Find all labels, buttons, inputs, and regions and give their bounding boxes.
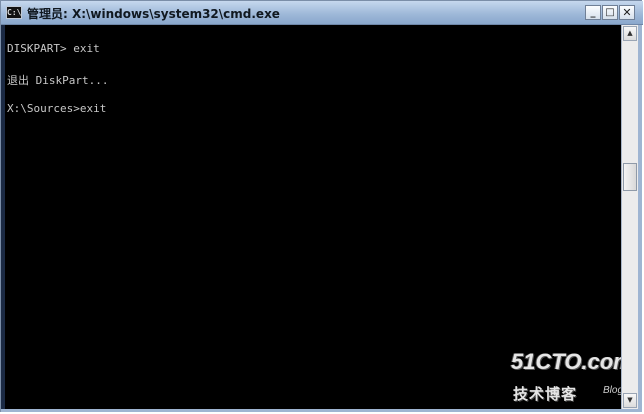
- console-line: 退出 DiskPart...: [7, 74, 109, 87]
- watermark-blog: Blog: [603, 385, 621, 396]
- close-button[interactable]: ✕: [619, 5, 635, 20]
- scroll-up-arrow-icon[interactable]: ▲: [623, 26, 637, 41]
- cmd-window: C:\ 管理员: X:\windows\system32\cmd.exe _ □…: [0, 0, 643, 412]
- console-line: DISKPART> exit: [7, 42, 100, 55]
- minimize-button[interactable]: _: [585, 5, 601, 20]
- vertical-scrollbar[interactable]: ▲ ▼: [621, 25, 638, 409]
- watermark-subtitle: 技术博客: [513, 385, 578, 403]
- window-frame-right: [638, 25, 642, 411]
- watermark: 51CTO.com 技术博客 Blog: [511, 349, 621, 409]
- watermark-logo: 51CTO.com: [511, 349, 621, 374]
- scroll-down-arrow-icon[interactable]: ▼: [623, 393, 637, 408]
- cmd-app-icon[interactable]: C:\: [6, 6, 22, 19]
- console-line: X:\Sources>exit: [7, 102, 107, 115]
- scrollbar-thumb[interactable]: [623, 163, 637, 191]
- title-bar[interactable]: C:\ 管理员: X:\windows\system32\cmd.exe _ □…: [1, 1, 643, 25]
- console-output[interactable]: DISKPART> exit 退出 DiskPart... X:\Sources…: [5, 25, 621, 409]
- maximize-button[interactable]: □: [602, 5, 618, 20]
- window-title: 管理员: X:\windows\system32\cmd.exe: [27, 7, 280, 21]
- window-frame-bottom: [1, 409, 642, 412]
